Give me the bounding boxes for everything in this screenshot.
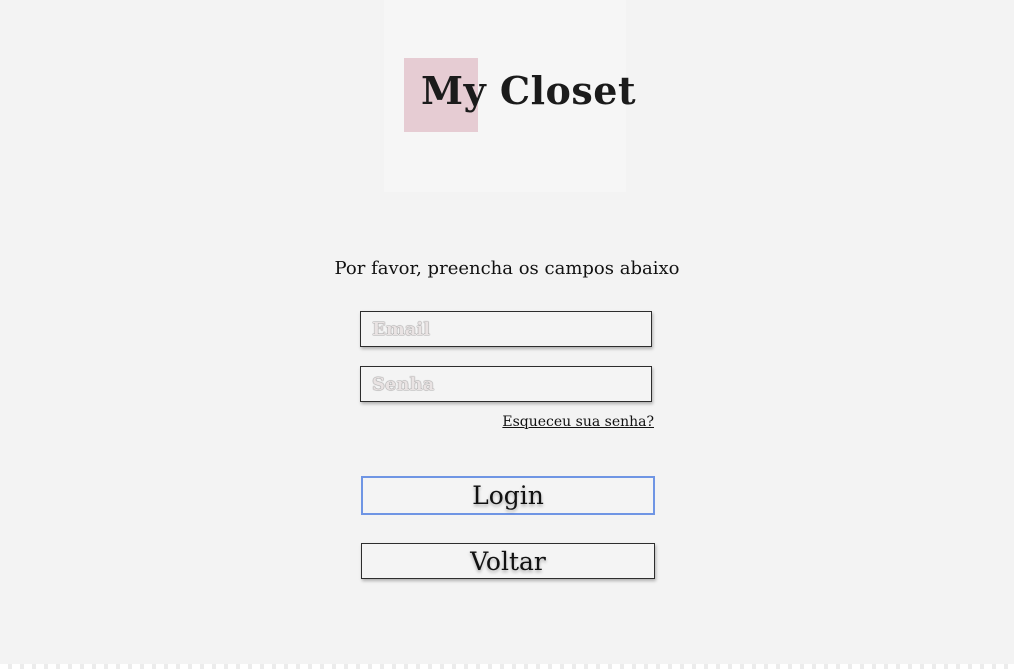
logo: My Closet [384,0,636,192]
login-page: My Closet Por favor, preencha os campos … [0,0,1014,669]
email-input[interactable] [360,311,652,347]
form-instructions: Por favor, preencha os campos abaixo [334,258,680,279]
forgot-password-link[interactable]: Esqueceu sua senha? [360,414,654,430]
password-input[interactable] [360,366,652,402]
login-button[interactable]: Login [361,476,655,515]
back-button[interactable]: Voltar [361,543,655,579]
logo-text: My Closet [421,68,637,113]
page-bottom-edge [0,664,1014,669]
